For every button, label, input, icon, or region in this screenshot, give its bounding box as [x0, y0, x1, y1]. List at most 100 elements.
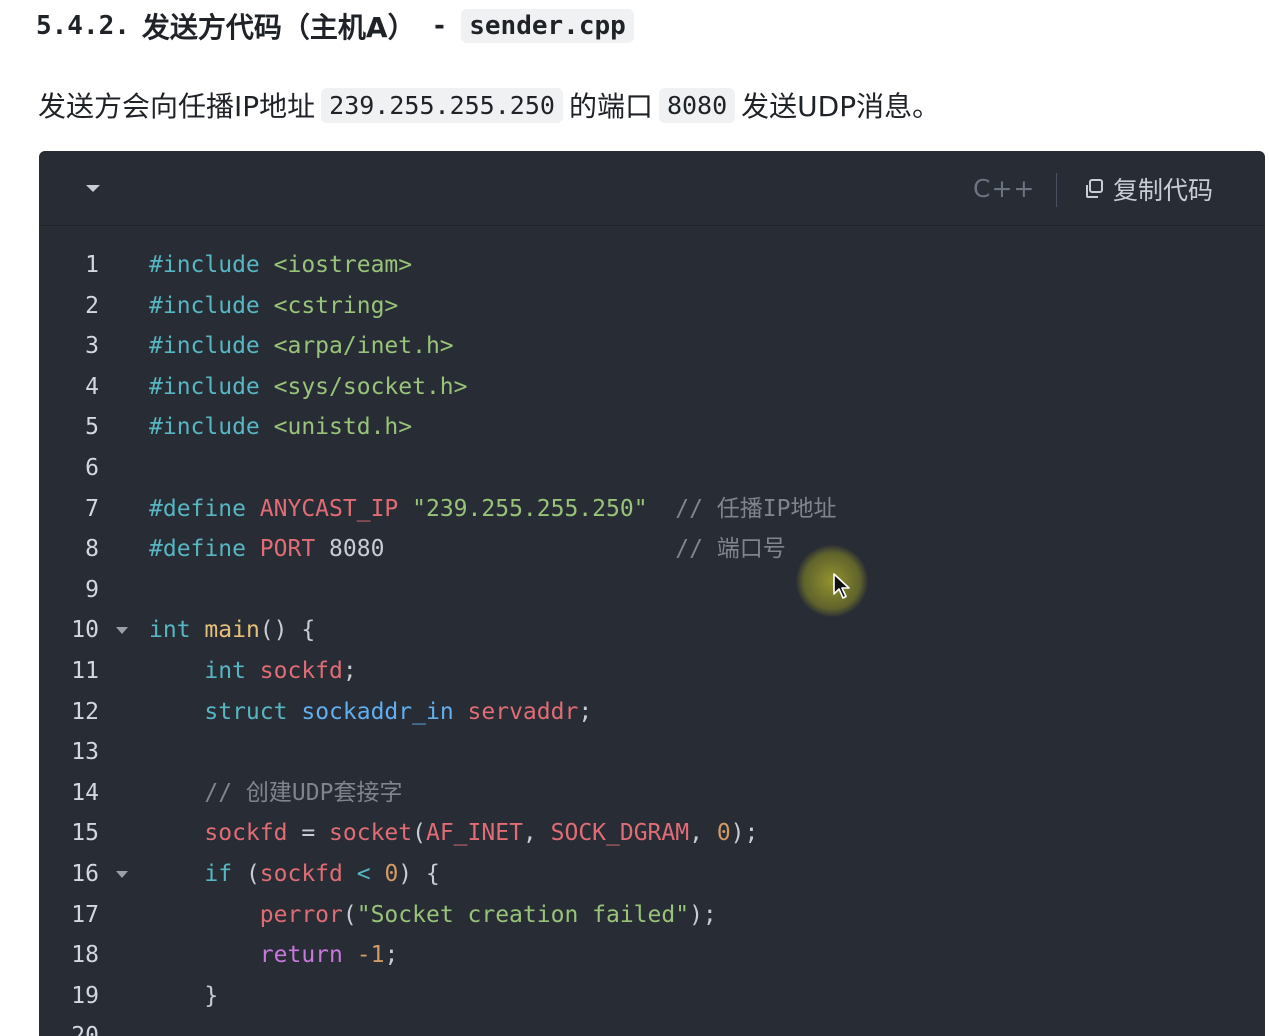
- code-token: PORT: [259, 536, 316, 563]
- code-line-content: #include <arpa/inet.h>: [149, 326, 454, 367]
- code-token: sockfd: [259, 657, 343, 684]
- code-token: ;: [342, 657, 357, 684]
- code-token: "Socket creation failed": [356, 901, 690, 928]
- code-line: 14 // 创建UDP套接字: [39, 773, 1265, 814]
- code-token: ;: [578, 698, 593, 725]
- code-line: 8 #define PORT 8080 // 端口号: [39, 529, 1265, 570]
- code-line: 2 #include <cstring>: [39, 286, 1265, 327]
- code-token: // 创建UDP套接字: [204, 779, 403, 806]
- code-line: 17 perror("Socket creation failed");: [39, 895, 1265, 936]
- fold-arrow-icon[interactable]: [116, 627, 128, 635]
- code-line-content: sockfd = socket(AF_INET, SOCK_DGRAM, 0);: [149, 813, 758, 854]
- line-number: 15: [71, 820, 99, 847]
- code-token: <iostream>: [273, 252, 413, 278]
- code-line: 15 sockfd = socket(AF_INET, SOCK_DGRAM, …: [39, 813, 1265, 854]
- code-token: (: [232, 860, 260, 887]
- code-token: socket: [329, 820, 413, 847]
- code-line-content: int main() {: [149, 610, 315, 651]
- code-token: (: [342, 901, 357, 928]
- code-line-content: #include <unistd.h>: [149, 407, 412, 448]
- code-block: C++ 复制代码 1 #include <iostream> 2 #include <…: [39, 151, 1265, 1036]
- code-line: 11 int sockfd;: [39, 651, 1265, 692]
- code-line: 10 int main() {: [39, 610, 1265, 651]
- code-token: ;: [384, 942, 399, 969]
- code-token: (: [412, 820, 426, 847]
- code-token: sockaddr_in: [301, 698, 454, 725]
- code-token: <cstring>: [273, 292, 399, 319]
- code-token: sockfd: [259, 860, 343, 887]
- code-token: // 端口号: [675, 536, 786, 563]
- code-line: 5 #include <unistd.h>: [39, 407, 1265, 448]
- code-token: if: [204, 860, 233, 887]
- fold-arrow-icon[interactable]: [116, 870, 128, 878]
- code-token: );: [689, 901, 717, 928]
- code-token: return: [259, 942, 343, 969]
- line-number: 1: [85, 252, 99, 278]
- chevron-down-icon: [86, 185, 100, 192]
- code-line: 4 #include <sys/socket.h>: [39, 367, 1265, 408]
- code-token: 8080: [315, 536, 385, 563]
- line-number: 11: [71, 657, 99, 684]
- page: 5.4.2. 发送方代码（主机A） - sender.cpp 发送方会向任播IP…: [0, 0, 1269, 1036]
- code-token: <arpa/inet.h>: [273, 333, 454, 360]
- description-paragraph: 发送方会向任播IP地址 239.255.255.250 的端口 8080 发送U…: [38, 84, 940, 126]
- line-number: 18: [71, 942, 99, 969]
- section-title: 发送方代码（主机A）: [141, 11, 416, 44]
- code-token: #include: [149, 414, 260, 441]
- code-token: // 任播IP地址: [675, 495, 837, 522]
- code-line: 12 struct sockaddr_in servaddr;: [39, 692, 1265, 733]
- code-line: 9: [39, 570, 1265, 611]
- paragraph-prefix: 发送方会向任播IP地址: [38, 90, 316, 123]
- code-token: -1: [356, 942, 385, 969]
- line-number: 2: [85, 292, 99, 319]
- code-token: "239.255.255.250": [412, 495, 648, 522]
- code-line: 13: [39, 732, 1265, 773]
- code-token: () {: [259, 617, 316, 644]
- code-language-label: C++: [973, 174, 1036, 203]
- code-line-content: }: [149, 976, 218, 1017]
- line-number: 3: [85, 333, 99, 360]
- code-area[interactable]: 1 #include <iostream> 2 #include <cstring> 3…: [39, 245, 1265, 1036]
- code-token: <unistd.h>: [273, 414, 413, 441]
- line-number: 6: [85, 454, 99, 481]
- copy-code-label: 复制代码: [1113, 176, 1214, 205]
- code-token: int: [204, 657, 246, 684]
- line-number: 5: [85, 414, 99, 441]
- code-token: #define: [149, 495, 246, 522]
- code-line-content: #define PORT 8080 // 端口号: [149, 529, 786, 570]
- code-line: 16 if (sockfd < 0) {: [39, 854, 1265, 895]
- collapse-button[interactable]: [83, 179, 103, 199]
- paragraph-middle: 的端口: [568, 90, 653, 123]
- code-token: 0: [716, 820, 731, 847]
- code-token: #include: [149, 292, 260, 319]
- section-number: 5.4.2.: [36, 11, 130, 41]
- inline-code-port: 8080: [658, 87, 736, 123]
- line-number: 9: [85, 576, 99, 603]
- toolbar-divider: [1056, 173, 1057, 207]
- code-line-content: #define ANYCAST_IP "239.255.255.250" // …: [149, 489, 837, 530]
- code-line-content: perror("Socket creation failed");: [149, 895, 717, 936]
- code-token: <sys/socket.h>: [273, 373, 468, 400]
- copy-icon: [1086, 179, 1103, 198]
- code-line-content: struct sockaddr_in servaddr;: [149, 692, 592, 733]
- code-line-content: if (sockfd < 0) {: [149, 854, 439, 895]
- copy-code-button[interactable]: 复制代码: [1083, 171, 1213, 207]
- inline-code-ip: 239.255.255.250: [321, 87, 563, 123]
- code-token: SOCK_DGRAM: [550, 820, 690, 847]
- code-token: ,: [522, 820, 551, 847]
- line-number: 7: [85, 495, 99, 522]
- code-line: 7 #define ANYCAST_IP "239.255.255.250" //…: [39, 489, 1265, 530]
- line-number: 13: [71, 739, 99, 766]
